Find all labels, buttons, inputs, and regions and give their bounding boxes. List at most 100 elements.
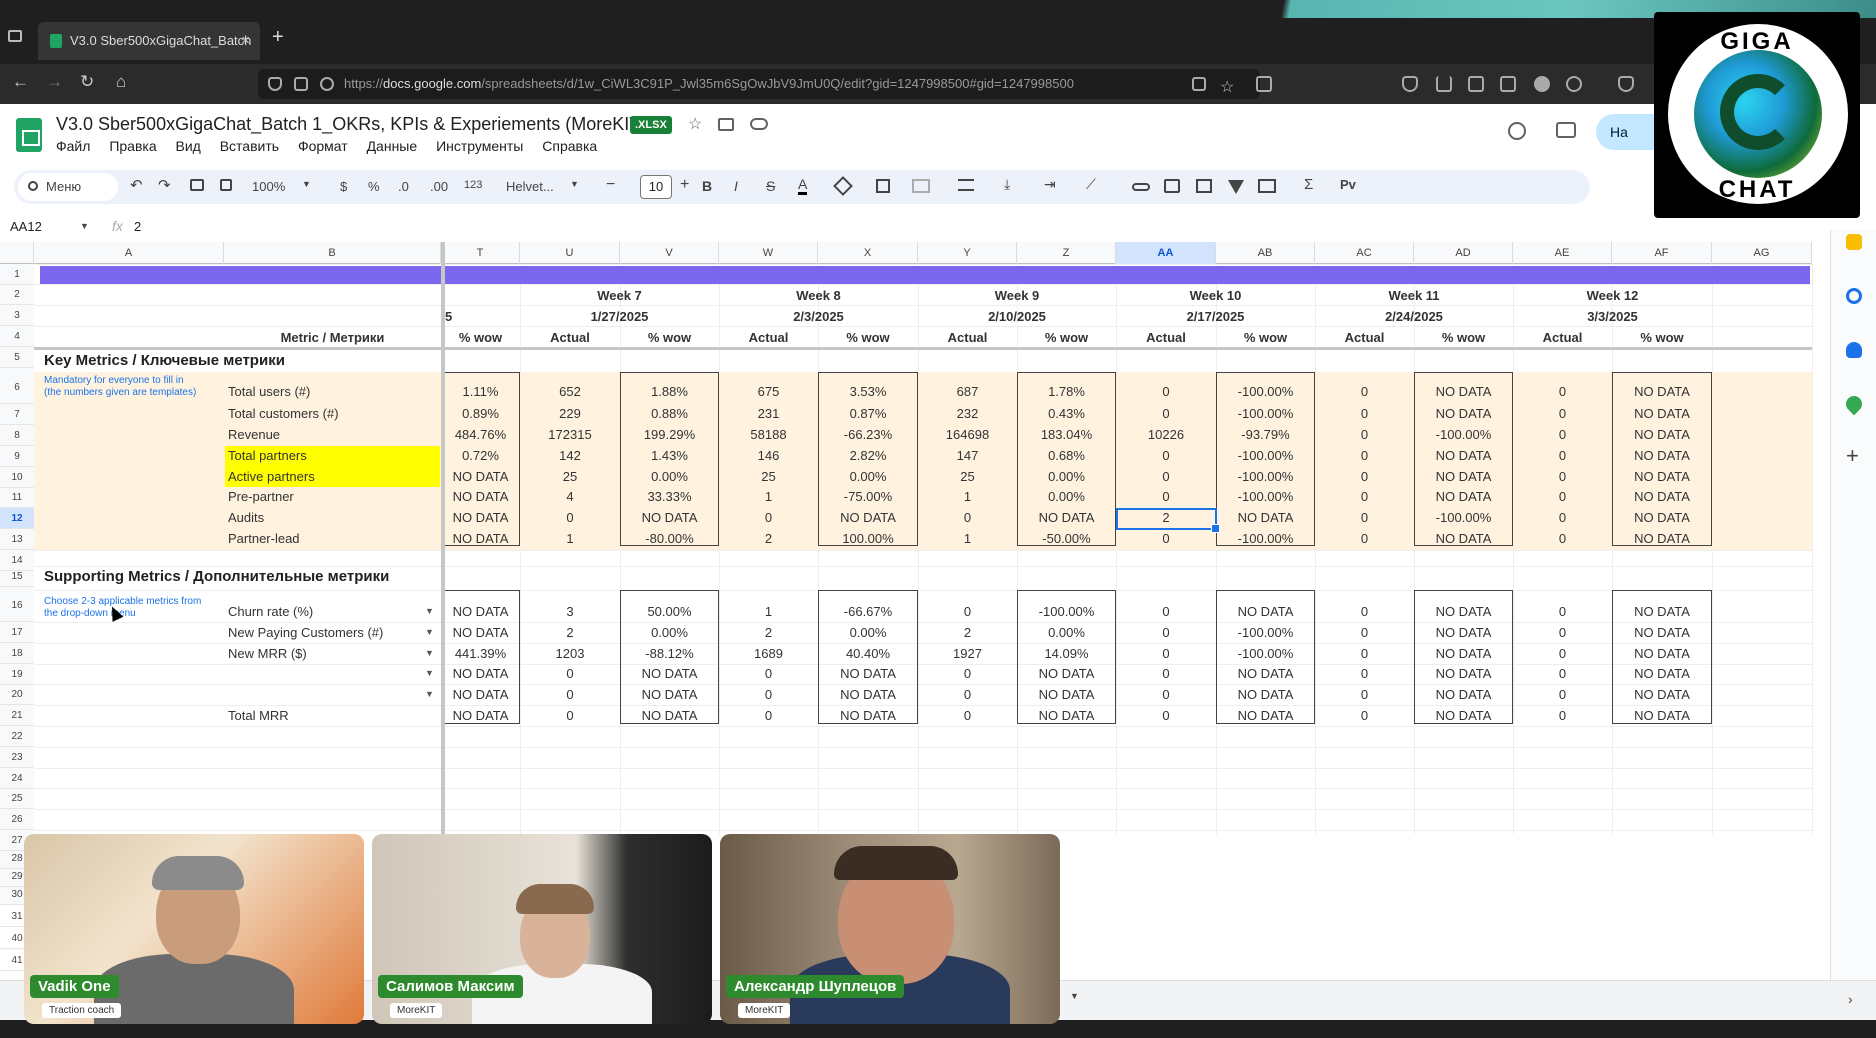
key-metric-value[interactable]: 0.00% bbox=[1017, 489, 1116, 504]
reload-button[interactable]: ↻ bbox=[80, 72, 94, 92]
column-header-ac[interactable]: AC bbox=[1315, 242, 1414, 264]
menu-view[interactable]: Вид bbox=[176, 138, 201, 154]
reader-view-icon[interactable] bbox=[1256, 76, 1272, 92]
row-header-9[interactable]: 9 bbox=[0, 446, 34, 467]
supporting-value[interactable]: NO DATA bbox=[1414, 625, 1513, 640]
key-metric-value[interactable]: 0 bbox=[1116, 531, 1216, 546]
version-history-icon[interactable] bbox=[1508, 122, 1526, 140]
borders-icon[interactable] bbox=[876, 179, 890, 193]
key-metric-value[interactable]: 1.78% bbox=[1017, 384, 1116, 399]
select-all-corner[interactable] bbox=[0, 242, 34, 264]
key-metric-value[interactable]: 652 bbox=[520, 384, 620, 399]
row-header-1[interactable]: 1 bbox=[0, 264, 34, 285]
zoom-select[interactable]: 100% bbox=[252, 179, 285, 194]
row-header-3[interactable]: 3 bbox=[0, 305, 34, 326]
key-metric-value[interactable]: NO DATA bbox=[1216, 510, 1315, 525]
insert-link-icon[interactable] bbox=[1132, 183, 1150, 191]
key-metric-value[interactable]: 146 bbox=[719, 448, 818, 463]
pocket-icon[interactable] bbox=[1402, 76, 1418, 92]
supporting-value[interactable]: 0 bbox=[1513, 666, 1612, 681]
supporting-value[interactable]: NO DATA bbox=[1414, 687, 1513, 702]
strikethrough-button[interactable]: S bbox=[766, 178, 775, 194]
key-metric-value[interactable]: 0 bbox=[1315, 427, 1414, 442]
downloads-icon[interactable] bbox=[1436, 76, 1452, 92]
supporting-value[interactable]: 0 bbox=[1315, 687, 1414, 702]
supporting-value[interactable]: 0 bbox=[1315, 646, 1414, 661]
insert-chart-icon[interactable] bbox=[1196, 179, 1212, 193]
key-metric-value[interactable]: 0.87% bbox=[818, 406, 918, 421]
key-metric-value[interactable]: NO DATA bbox=[1612, 510, 1712, 525]
browser-tab[interactable]: V3.0 Sber500xGigaChat_Batch × bbox=[38, 22, 260, 60]
supporting-value[interactable]: 0 bbox=[1315, 708, 1414, 723]
key-metric-value[interactable]: -75.00% bbox=[818, 489, 918, 504]
key-metric-value[interactable]: NO DATA bbox=[1414, 489, 1513, 504]
key-metric-value[interactable]: 0 bbox=[1315, 384, 1414, 399]
frozen-row-divider[interactable] bbox=[34, 347, 1812, 350]
tasks-icon[interactable] bbox=[1846, 288, 1862, 304]
column-header-w[interactable]: W bbox=[719, 242, 818, 264]
supporting-value[interactable]: 0 bbox=[520, 687, 620, 702]
key-metric-value[interactable]: -100.00% bbox=[1414, 427, 1513, 442]
bold-button[interactable]: B bbox=[702, 178, 712, 194]
star-icon[interactable]: ☆ bbox=[688, 114, 702, 134]
supporting-value[interactable]: 0 bbox=[719, 708, 818, 723]
column-header-x[interactable]: X bbox=[818, 242, 918, 264]
library-icon[interactable] bbox=[1468, 76, 1484, 92]
supporting-value[interactable]: 0 bbox=[1315, 625, 1414, 640]
supporting-value[interactable]: NO DATA bbox=[1414, 708, 1513, 723]
key-metric-value[interactable]: 100.00% bbox=[818, 531, 918, 546]
key-metric-value[interactable]: NO DATA bbox=[1612, 427, 1712, 442]
input-tools-button[interactable]: Рv bbox=[1340, 177, 1356, 192]
back-button[interactable]: ← bbox=[12, 72, 29, 92]
key-metric-value[interactable]: 1.88% bbox=[620, 384, 719, 399]
merge-cells-icon[interactable] bbox=[912, 179, 930, 193]
key-metric-value[interactable]: 0 bbox=[1116, 384, 1216, 399]
supporting-value[interactable]: 14.09% bbox=[1017, 646, 1116, 661]
ublock-icon[interactable] bbox=[1618, 76, 1634, 92]
supporting-value[interactable]: NO DATA bbox=[1017, 666, 1116, 681]
fill-color-icon[interactable] bbox=[833, 176, 853, 196]
percent-format-button[interactable]: % bbox=[368, 179, 380, 194]
key-metric-value[interactable]: 0 bbox=[1116, 448, 1216, 463]
key-metric-value[interactable]: 0 bbox=[1513, 427, 1612, 442]
menu-search[interactable]: Меню bbox=[18, 173, 118, 201]
key-metric-value[interactable]: -100.00% bbox=[1216, 469, 1315, 484]
row-header-10[interactable]: 10 bbox=[0, 467, 34, 488]
dropdown-chevron-icon[interactable]: ▼ bbox=[425, 627, 434, 637]
key-metric-value[interactable]: 25 bbox=[918, 469, 1017, 484]
key-metric-value[interactable]: -100.00% bbox=[1216, 384, 1315, 399]
key-metric-value[interactable]: 0 bbox=[1315, 469, 1414, 484]
supporting-value[interactable]: NO DATA bbox=[1612, 646, 1712, 661]
dropdown-chevron-icon[interactable]: ▼ bbox=[425, 606, 434, 616]
italic-button[interactable]: I bbox=[734, 178, 738, 194]
supporting-value[interactable]: NO DATA bbox=[620, 666, 719, 681]
key-metric-value[interactable]: 0.88% bbox=[620, 406, 719, 421]
supporting-value[interactable]: NO DATA bbox=[1216, 666, 1315, 681]
move-folder-icon[interactable] bbox=[718, 118, 734, 131]
key-metric-value[interactable]: 1.43% bbox=[620, 448, 719, 463]
font-size-input[interactable]: 10 bbox=[640, 175, 672, 199]
sidebar-icon[interactable] bbox=[1500, 76, 1516, 92]
zoom-chevron-down-icon[interactable]: ▼ bbox=[302, 179, 311, 189]
name-box[interactable]: AA12 bbox=[10, 219, 42, 234]
key-metric-value[interactable]: NO DATA bbox=[1414, 531, 1513, 546]
row-header-20[interactable]: 20 bbox=[0, 684, 34, 705]
supporting-value[interactable]: NO DATA bbox=[818, 708, 918, 723]
document-title[interactable]: V3.0 Sber500xGigaChat_Batch 1_OKRs, KPIs… bbox=[56, 114, 646, 135]
selected-cell[interactable] bbox=[1116, 508, 1220, 533]
row-header-21[interactable]: 21 bbox=[0, 705, 34, 726]
supporting-value[interactable]: NO DATA bbox=[1414, 604, 1513, 619]
key-metric-value[interactable]: NO DATA bbox=[1612, 531, 1712, 546]
menu-format[interactable]: Формат bbox=[298, 138, 348, 154]
row-header-23[interactable]: 23 bbox=[0, 747, 34, 768]
supporting-value[interactable]: NO DATA bbox=[818, 666, 918, 681]
supporting-value[interactable]: 0 bbox=[719, 687, 818, 702]
bookmark-star-icon[interactable]: ☆ bbox=[1220, 73, 1234, 96]
key-metric-value[interactable]: 0 bbox=[1513, 469, 1612, 484]
comments-icon[interactable] bbox=[1556, 122, 1576, 138]
key-metric-value[interactable]: 1 bbox=[918, 531, 1017, 546]
text-rotation-icon[interactable]: ⟋ bbox=[1086, 176, 1096, 193]
menu-data[interactable]: Данные bbox=[367, 138, 418, 154]
row-header-24[interactable]: 24 bbox=[0, 768, 34, 789]
supporting-value[interactable]: NO DATA bbox=[1612, 604, 1712, 619]
